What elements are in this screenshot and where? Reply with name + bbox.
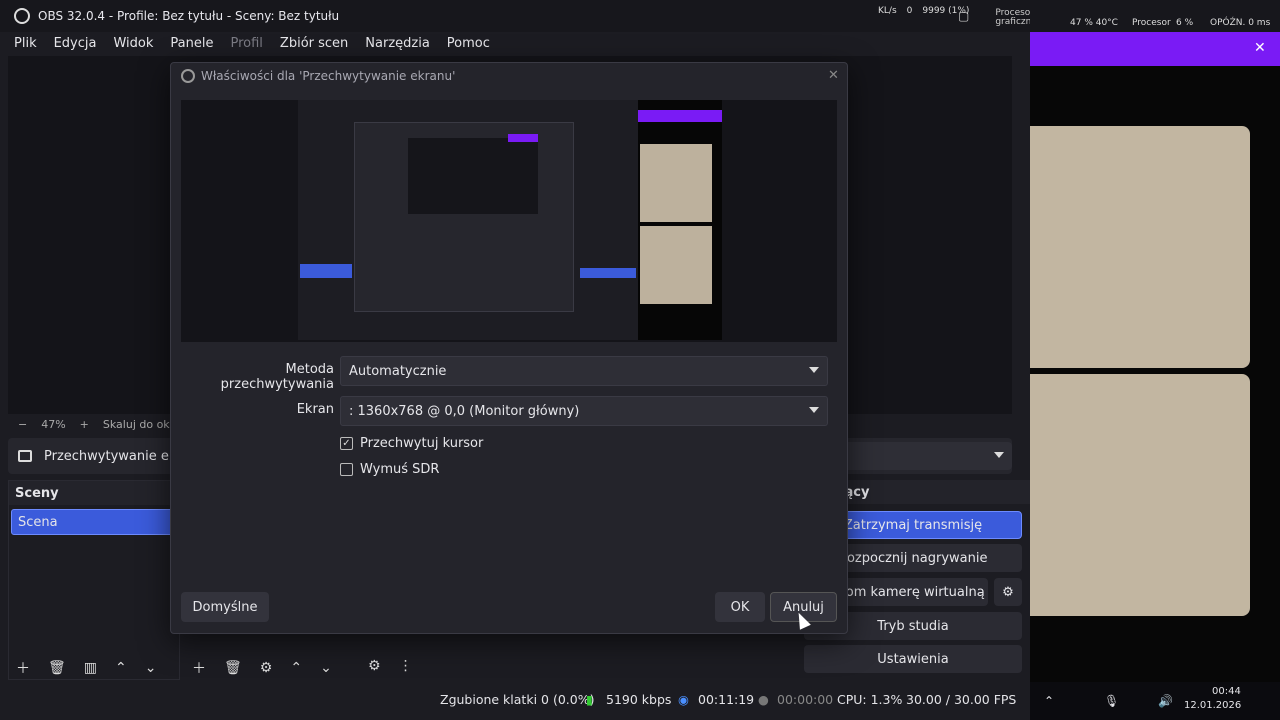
restore-icon[interactable]: ▢ — [958, 9, 969, 27]
mixer-menu-icon[interactable]: ⋮ — [399, 658, 413, 674]
checkbox-empty-icon — [340, 463, 353, 476]
zoom-level: 47% — [41, 417, 66, 431]
menu-help[interactable]: Pomoc — [447, 36, 490, 51]
chevron-down-icon — [994, 452, 1004, 458]
source-dropdown[interactable] — [840, 442, 1012, 470]
volume-icon[interactable]: 🔊 — [1158, 694, 1173, 708]
cpu-value: 6 % — [1176, 18, 1194, 28]
record-time: 00:00:00 — [777, 692, 834, 707]
clock-time: 00:44 — [1212, 686, 1241, 697]
stream-time: 00:11:19 — [698, 692, 755, 707]
zoom-in-button[interactable]: + — [80, 418, 89, 431]
menu-file[interactable]: Plik — [14, 36, 37, 51]
source-settings-icon[interactable]: ⚙ — [260, 660, 273, 676]
source-up-icon[interactable]: ⌃ — [290, 660, 302, 676]
title-bar: OBS 32.0.4 - Profile: Bez tytułu - Sceny… — [0, 0, 1037, 32]
force-sdr-label: Wymuś SDR — [360, 462, 440, 477]
purple-banner — [1030, 32, 1280, 66]
obs-logo-icon — [181, 69, 195, 83]
remove-scene-icon[interactable]: 🗑 — [48, 660, 66, 676]
close-icon[interactable]: ✕ — [1254, 40, 1266, 56]
dialog-title: Właściwości dla 'Przechwytywanie ekranu' — [201, 69, 456, 83]
zoom-out-button[interactable]: − — [18, 418, 27, 431]
menu-docks[interactable]: Panele — [170, 36, 213, 51]
screen-value: : 1360x768 @ 0,0 (Monitor główny) — [349, 403, 580, 419]
add-scene-icon[interactable]: ＋ — [16, 658, 30, 678]
latency: OPÓŹN. 0 ms — [1210, 18, 1271, 28]
scene-item[interactable]: Scena — [11, 509, 177, 535]
virtual-camera-settings-icon[interactable]: ⚙ — [994, 578, 1022, 606]
remove-source-icon[interactable]: 🗑 — [224, 660, 242, 676]
scenes-header: Sceny — [9, 481, 179, 505]
monitor-icon — [18, 450, 32, 462]
overlay-stats-bar: 47 % 40°C Procesor 6 % OPÓŹN. 0 ms — [1030, 0, 1280, 32]
mic-icon[interactable]: 🎙 — [1104, 694, 1119, 708]
camera-tile-bottom — [1030, 374, 1250, 616]
dialog-close-icon[interactable]: ✕ — [828, 68, 839, 83]
menu-bar: Plik Edycja Widok Panele Profil Zbiór sc… — [0, 32, 1030, 54]
capture-cursor-label: Przechwytuj kursor — [360, 436, 484, 451]
menu-view[interactable]: Widok — [113, 36, 153, 51]
window-controls: ▢ Procesor graficzny — [958, 9, 1037, 27]
dropped-frames: Zgubione klatki 0 (0.0%) — [440, 692, 595, 707]
screen-capture-preview — [298, 100, 722, 340]
camera-tile-top — [1030, 126, 1250, 368]
bitrate: 5190 kbps — [606, 692, 672, 707]
bitrate-icon: ▮ — [586, 692, 593, 707]
tray-up-icon[interactable]: ⌃ — [1044, 694, 1054, 708]
cpu-label: Procesor — [1132, 18, 1171, 28]
menu-edit[interactable]: Edycja — [54, 36, 97, 51]
stream-icon: ◉ — [678, 692, 689, 707]
menu-profile[interactable]: Profil — [230, 36, 262, 51]
gpu-stats: 47 % 40°C — [1070, 18, 1118, 28]
window-title: OBS 32.0.4 - Profile: Bez tytułu - Sceny… — [38, 9, 340, 23]
mixer-settings-icon[interactable]: ⚙ — [368, 658, 381, 674]
taskbar: ⌃ 🎙 🔊 00:44 12.01.2026 — [1030, 682, 1280, 720]
chevron-down-icon — [809, 367, 819, 373]
sources-toolbar: ＋ 🗑 ⚙ ⌃ ⌄ — [192, 658, 332, 678]
kbs-label: KL/s — [878, 6, 897, 16]
menu-scene-collection[interactable]: Zbiór scen — [280, 36, 348, 51]
scenes-toolbar: ＋ 🗑 ▥ ⌃ ⌄ — [16, 658, 156, 678]
move-up-icon[interactable]: ⌃ — [115, 660, 127, 676]
add-source-icon[interactable]: ＋ — [192, 658, 206, 678]
mixer-toolbar: ⚙ ⋮ — [368, 658, 413, 674]
fps-readout: 30.00 / 30.00 FPS — [906, 692, 1017, 707]
move-down-icon[interactable]: ⌄ — [145, 660, 157, 676]
source-down-icon[interactable]: ⌄ — [320, 660, 332, 676]
capture-cursor-checkbox[interactable]: ✓ Przechwytuj kursor — [340, 436, 483, 451]
filters-icon[interactable]: ▥ — [84, 660, 97, 676]
chevron-down-icon — [809, 407, 819, 413]
force-sdr-checkbox[interactable]: Wymuś SDR — [340, 462, 439, 477]
checkbox-checked-icon: ✓ — [340, 437, 353, 450]
record-icon: ● — [758, 692, 769, 707]
dialog-title-bar: Właściwości dla 'Przechwytywanie ekranu' — [171, 64, 847, 88]
capture-method-value: Automatycznie — [349, 363, 447, 379]
scenes-panel: Sceny Scena — [8, 480, 180, 680]
title-stats: KL/s 0 9999 (1%) — [878, 6, 969, 16]
settings-button[interactable]: Ustawienia — [804, 645, 1022, 673]
screen-select[interactable]: : 1360x768 @ 0,0 (Monitor główny) — [340, 396, 828, 426]
capture-method-select[interactable]: Automatycznie — [340, 356, 828, 386]
method-label: Metoda przechwytywania — [220, 362, 334, 392]
ok-button[interactable]: OK — [715, 592, 765, 622]
menu-tools[interactable]: Narzędzia — [365, 36, 430, 51]
cpu-usage: CPU: 1.3% — [837, 692, 903, 707]
controls-header: Sterujący — [800, 480, 1030, 504]
defaults-button[interactable]: Domyślne — [181, 592, 269, 622]
kbs-value: 0 — [906, 6, 913, 16]
clock-date: 12.01.2026 — [1184, 700, 1242, 711]
obs-logo-icon — [14, 8, 30, 24]
screen-label: Ekran — [296, 402, 334, 417]
